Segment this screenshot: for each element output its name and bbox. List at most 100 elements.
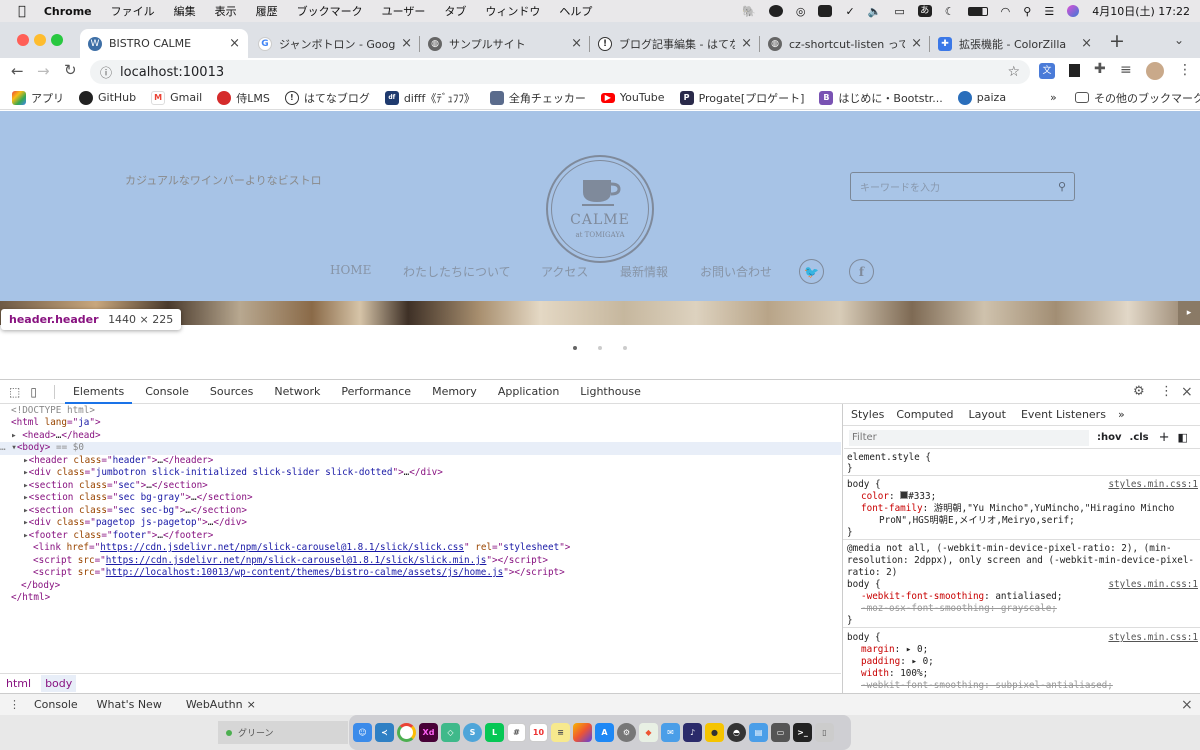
menu-history[interactable]: 履歴 [256, 3, 278, 19]
nav-about[interactable]: わたしたちについて [403, 263, 511, 280]
display-icon[interactable]: ▭ [894, 5, 904, 18]
chrome-menu-icon[interactable]: ⋮ [1178, 62, 1192, 78]
system-preferences-icon[interactable]: ⚙ [617, 723, 636, 742]
vscode-icon[interactable]: ≺ [375, 723, 394, 742]
moon-icon[interactable]: ☾ [945, 5, 955, 18]
xd-icon[interactable]: Xd [419, 723, 438, 742]
dom-section-node[interactable]: ▸<section class="sec">…</section> [23, 480, 208, 493]
close-tab-icon[interactable]: × [741, 36, 752, 51]
info-icon[interactable]: ⓘ [100, 64, 112, 81]
tab-network[interactable]: Network [274, 385, 320, 398]
dom-jumbotron-node[interactable]: ▸<div class="jumbotron slick-initialized… [23, 467, 443, 480]
color-declaration[interactable]: color: #333; [861, 491, 936, 503]
back-button[interactable]: ← [11, 62, 24, 80]
translate-extension-icon[interactable]: 文 [1039, 63, 1055, 79]
more-tabs-icon[interactable]: » [1118, 409, 1125, 421]
github-desktop-icon[interactable]: ◓ [727, 723, 746, 742]
nav-contact[interactable]: お問い合わせ [700, 263, 772, 280]
terminal-icon[interactable]: >_ [793, 723, 812, 742]
style-source-link[interactable]: styles.min.css:1 [1108, 632, 1198, 644]
margin-declaration[interactable]: margin: ▸ 0; [861, 644, 928, 656]
slack-icon[interactable]: # [507, 723, 526, 742]
dom-script-node[interactable]: <script src="http://localhost:10013/wp-c… [33, 567, 565, 580]
other-bookmarks-folder[interactable]: その他のブックマーク [1075, 90, 1200, 106]
settings-gear-icon[interactable]: ⚙ [1133, 384, 1145, 399]
close-tab-icon[interactable]: × [1081, 36, 1092, 51]
tab-styles[interactable]: Styles [851, 409, 884, 421]
tab-cz-shortcut[interactable]: ◍ cz-shortcut-listen って何 × [760, 29, 930, 58]
bookmark-paiza[interactable]: paiza [957, 90, 1006, 105]
tab-console[interactable]: Console [145, 385, 189, 398]
device-toolbar-icon[interactable]: ▯ [30, 385, 37, 399]
downloads-folder-icon[interactable]: ▤ [749, 723, 768, 742]
bookmark-apps[interactable]: アプリ [12, 90, 64, 106]
slider-dot[interactable] [598, 346, 602, 350]
minimize-window-button[interactable] [34, 34, 46, 46]
reading-list-icon[interactable]: ≡ [1120, 62, 1132, 78]
trash-icon[interactable]: ▯ [815, 723, 834, 742]
tab-elements[interactable]: Elements [64, 385, 133, 404]
bookmark-bootstrap[interactable]: B はじめに・Bootstr... [819, 90, 943, 106]
width-declaration[interactable]: width: 100%; [861, 668, 928, 680]
nav-news[interactable]: 最新情報 [620, 263, 668, 280]
dom-script-node[interactable]: <script src="https://cdn.jsdelivr.net/np… [33, 555, 548, 568]
more-options-icon[interactable]: ⋮ [1160, 384, 1173, 399]
profile-avatar[interactable] [1146, 62, 1164, 80]
hov-toggle[interactable]: :hov [1097, 432, 1122, 444]
control-center-icon[interactable]: ☰ [1044, 5, 1054, 18]
site-search-input[interactable]: キーワードを入力 ⚲ [850, 172, 1075, 201]
tab-bistro-calme[interactable]: W BISTRO CALME × [80, 29, 248, 58]
badge-icon[interactable]: ✓ [845, 5, 854, 18]
menu-help[interactable]: ヘルプ [559, 3, 592, 19]
extensions-puzzle-icon[interactable]: ✚ [1094, 61, 1106, 77]
close-tab-icon[interactable]: × [401, 36, 412, 51]
app-menu-chrome[interactable]: Chrome [44, 5, 92, 18]
maps-icon[interactable]: ◆ [639, 723, 658, 742]
screenshot-icon[interactable]: ▭ [771, 723, 790, 742]
finder-icon[interactable]: ☺ [353, 723, 372, 742]
more-bookmarks-icon[interactable]: » [1050, 91, 1057, 104]
wifi-icon[interactable]: ◠ [1001, 5, 1011, 18]
menu-tab[interactable]: タブ [444, 3, 466, 19]
element-style-rule[interactable]: element.style { [847, 452, 931, 464]
menu-view[interactable]: 表示 [215, 3, 237, 19]
tab-sample-site[interactable]: ◍ サンプルサイト × [420, 29, 590, 58]
twitter-icon[interactable]: 🐦 [799, 259, 824, 284]
new-rule-icon[interactable]: + [1159, 431, 1170, 443]
bookmark-youtube[interactable]: ▶ YouTube [600, 91, 665, 104]
style-source-link[interactable]: styles.min.css:1 [1108, 579, 1198, 591]
facebook-icon[interactable]: f [849, 259, 874, 284]
drawer-tab-webauthn[interactable]: WebAuthn [186, 698, 243, 711]
ime-indicator[interactable]: あ [917, 5, 932, 17]
tab-event-listeners[interactable]: Event Listeners [1021, 409, 1106, 421]
webkit-smoothing-declaration[interactable]: -webkit-font-smoothing: subpixel-antiali… [861, 680, 1113, 692]
search-icon[interactable]: ⚲ [1058, 180, 1066, 193]
bookmark-hatena-blog[interactable]: ! はてなブログ [284, 90, 370, 106]
calendar-icon[interactable]: 10 [529, 723, 548, 742]
zoom-window-button[interactable] [51, 34, 63, 46]
bookmark-samurai-lms[interactable]: 侍LMS [217, 90, 270, 106]
app-store-icon[interactable]: A [595, 723, 614, 742]
drawer-tab-console[interactable]: Console [34, 698, 78, 711]
breadcrumb-body[interactable]: body [41, 675, 77, 692]
battery-icon[interactable] [967, 6, 988, 16]
menu-file[interactable]: ファイル [111, 3, 155, 19]
tab-google-search[interactable]: G ジャンボトロン - Google 検索 × [250, 29, 420, 58]
forward-button[interactable]: → [37, 62, 50, 80]
moz-smoothing-declaration[interactable]: -moz-osx-font-smoothing: grayscale; [861, 603, 1057, 615]
amazon-music-icon[interactable]: ♪ [683, 723, 702, 742]
chrome-icon[interactable] [397, 723, 416, 742]
drawer-tab-whats-new[interactable]: What's New [97, 698, 162, 711]
cloud-icon[interactable]: ◎ [796, 5, 806, 18]
padding-declaration[interactable]: padding: ▸ 0; [861, 656, 934, 668]
siri-icon[interactable] [1067, 5, 1080, 17]
styles-filter-input[interactable]: Filter [849, 429, 1089, 446]
tab-application[interactable]: Application [498, 385, 559, 398]
menu-bookmarks[interactable]: ブックマーク [297, 3, 363, 19]
inspect-element-icon[interactable]: ⬚ [9, 385, 20, 399]
tab-sources[interactable]: Sources [210, 385, 254, 398]
url-text[interactable]: localhost:10013 [120, 65, 224, 80]
clock-text[interactable]: 4月10日(土) 17:22 [1092, 3, 1190, 19]
check-icon[interactable] [818, 5, 833, 17]
menu-user[interactable]: ユーザー [382, 3, 426, 19]
